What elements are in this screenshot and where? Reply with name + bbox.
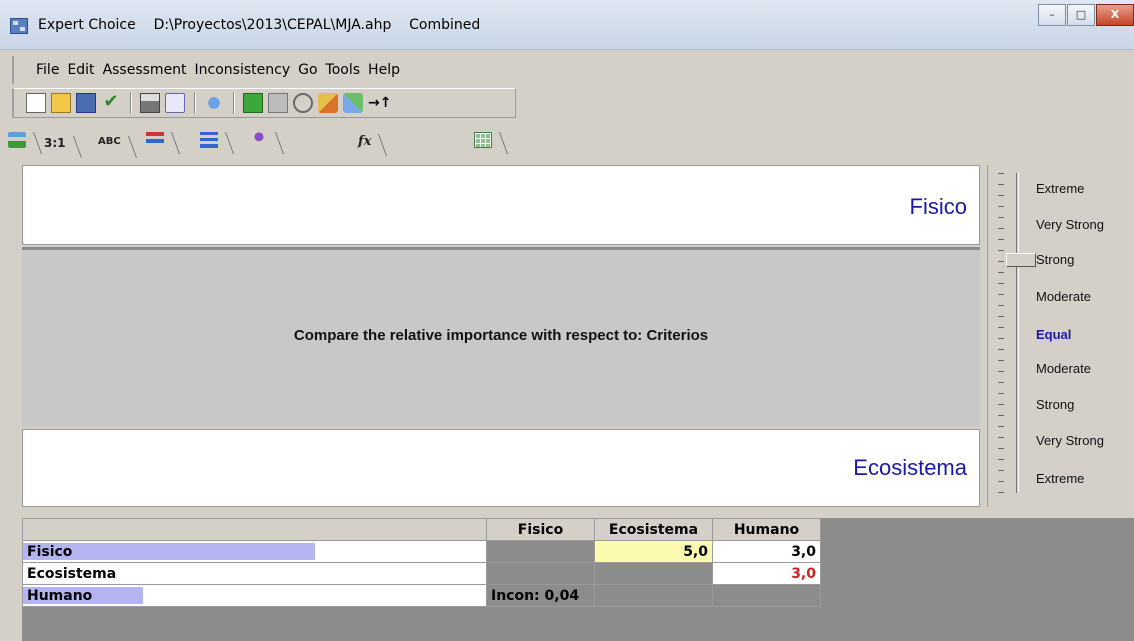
app-name: Expert Choice: [38, 17, 136, 33]
row-header[interactable]: Fisico: [22, 540, 487, 563]
row-label: Humano: [27, 587, 93, 604]
matrix-cell[interactable]: 3,0: [712, 540, 821, 563]
menu-go[interactable]: Go: [298, 62, 317, 78]
toolbar-separator: [130, 92, 132, 114]
row-header[interactable]: Ecosistema: [22, 562, 487, 585]
menu-file[interactable]: File: [36, 62, 59, 78]
new-file-icon[interactable]: [26, 93, 46, 113]
app-icon: [10, 18, 28, 34]
matrix-cell: [486, 562, 595, 585]
row-label: Ecosistema: [27, 565, 117, 582]
bottom-element-panel[interactable]: Ecosistema: [22, 429, 980, 507]
scale-label[interactable]: Very Strong: [1036, 433, 1104, 448]
comparison-prompt-panel: Compare the relative importance with res…: [22, 247, 980, 427]
comparison-prompt: Compare the relative importance with res…: [293, 327, 709, 344]
tab-formula[interactable]: fx: [358, 134, 383, 156]
inconsistency-value: Incon: 0,04: [486, 584, 595, 607]
scale-label[interactable]: Extreme: [1036, 471, 1084, 486]
graphical-icon: [146, 132, 164, 148]
print-preview-icon[interactable]: [165, 93, 185, 113]
matrix-cell-inverted[interactable]: 3,0: [712, 562, 821, 585]
scale-label[interactable]: Strong: [1036, 252, 1074, 267]
window-controls: – □ X: [1037, 4, 1134, 26]
top-element-panel[interactable]: Fisico: [22, 165, 980, 245]
toolbar-separator: [233, 92, 235, 114]
tab-abc-label: ABC: [98, 136, 121, 147]
menu-bar: File Edit Assessment Inconsistency Go To…: [12, 56, 1134, 84]
scale-label-equal[interactable]: Equal: [1036, 327, 1071, 342]
minimize-button[interactable]: –: [1038, 4, 1066, 26]
mode-label: Combined: [409, 17, 481, 33]
top-element-name: Fisico: [909, 194, 967, 219]
tab-hierarchy[interactable]: [250, 132, 280, 154]
column-header: Fisico: [486, 518, 595, 541]
tab-priorities[interactable]: [200, 132, 230, 154]
menu-edit[interactable]: Edit: [67, 62, 94, 78]
comparison-area: Fisico Compare the relative importance w…: [22, 165, 980, 507]
tab-verbal[interactable]: ABC: [98, 136, 133, 158]
edit-icon[interactable]: [318, 93, 338, 113]
comparison-matrix: Fisico Ecosistema Humano Fisico 5,0 3,0 …: [22, 518, 1134, 641]
matrix-corner: [22, 518, 487, 541]
tree-view-icon: [8, 132, 26, 148]
matrix-cell: [712, 584, 821, 607]
matrix-row: Fisico 5,0 3,0: [22, 540, 821, 563]
calculator-icon[interactable]: [243, 93, 263, 113]
maximize-button[interactable]: □: [1067, 4, 1095, 26]
grid-icon: [474, 132, 492, 148]
window-title: Expert Choice D:\Proyectos\2013\CEPAL\MJ…: [38, 17, 480, 33]
menu-help[interactable]: Help: [368, 62, 400, 78]
print-icon[interactable]: [140, 93, 160, 113]
bottom-element-name: Ecosistema: [853, 455, 967, 480]
close-button[interactable]: X: [1096, 4, 1134, 26]
hierarchy-icon: [250, 132, 268, 148]
tab-ratio-label: 3:1: [44, 136, 66, 150]
scale-slider-thumb[interactable]: [1006, 253, 1036, 267]
toolbar: ✔ →↑: [12, 88, 516, 118]
matrix-header-row: Fisico Ecosistema Humano: [22, 518, 821, 541]
scale-ticks: [996, 173, 1006, 493]
toolbar-separator: [194, 92, 196, 114]
synthesis-icon[interactable]: [293, 93, 313, 113]
scale-label[interactable]: Strong: [1036, 397, 1074, 412]
arrows-icon[interactable]: →↑: [368, 93, 391, 113]
tab-numerical[interactable]: 3:1: [44, 136, 78, 158]
title-bar: Expert Choice D:\Proyectos\2013\CEPAL\MJ…: [0, 0, 1134, 50]
checkmark-icon[interactable]: ✔: [101, 93, 121, 113]
matrix-table: Fisico Ecosistema Humano Fisico 5,0 3,0 …: [22, 518, 821, 607]
scale-label[interactable]: Moderate: [1036, 361, 1091, 376]
scale-track[interactable]: [1016, 173, 1019, 493]
insert-node-icon[interactable]: [204, 93, 224, 113]
column-header: Humano: [712, 518, 821, 541]
row-label: Fisico: [27, 543, 73, 560]
sensitivity-icon[interactable]: [268, 93, 288, 113]
column-header: Ecosistema: [594, 518, 713, 541]
tab-tree[interactable]: [8, 132, 38, 154]
verbal-scale: Extreme Very Strong Strong Moderate Equa…: [987, 165, 1134, 507]
brush-icon[interactable]: [343, 93, 363, 113]
matrix-cell: [594, 562, 713, 585]
view-tabs: 3:1 ABC fx: [0, 126, 560, 156]
file-path: D:\Proyectos\2013\CEPAL\MJA.ahp: [153, 17, 392, 33]
row-header[interactable]: Humano: [22, 584, 487, 607]
menu-assessment[interactable]: Assessment: [103, 62, 187, 78]
matrix-row: Ecosistema 3,0: [22, 562, 821, 585]
scale-label[interactable]: Extreme: [1036, 181, 1084, 196]
tab-graphical[interactable]: [146, 132, 176, 154]
matrix-cell: [486, 540, 595, 563]
tab-data-grid[interactable]: [474, 132, 504, 154]
save-icon[interactable]: [76, 93, 96, 113]
menu-tools[interactable]: Tools: [326, 62, 361, 78]
matrix-cell: [594, 584, 713, 607]
matrix-row: Humano Incon: 0,04: [22, 584, 821, 607]
matrix-cell-selected[interactable]: 5,0: [594, 540, 713, 563]
scale-label[interactable]: Very Strong: [1036, 217, 1104, 232]
menu-inconsistency[interactable]: Inconsistency: [195, 62, 291, 78]
scale-label[interactable]: Moderate: [1036, 289, 1091, 304]
formula-icon: fx: [358, 134, 372, 149]
open-folder-icon[interactable]: [51, 93, 71, 113]
priorities-icon: [200, 132, 218, 148]
